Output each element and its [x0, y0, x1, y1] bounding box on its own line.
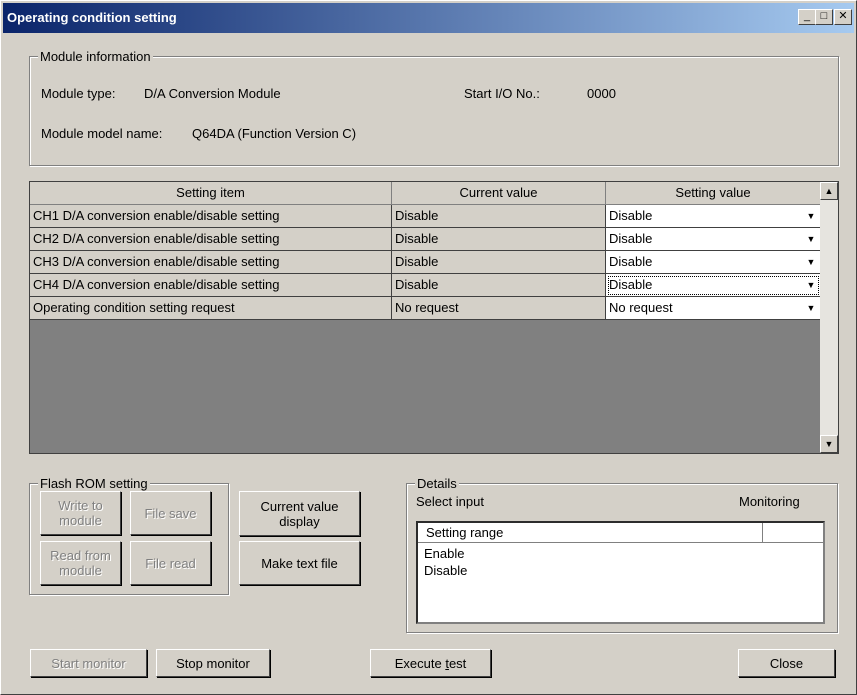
dropdown-arrow-icon[interactable]: ▼ [804, 254, 818, 270]
setting-item-cell: Operating condition setting request [30, 297, 392, 320]
current-value-cell: Disable [392, 205, 606, 228]
table-row: Operating condition setting request No r… [30, 297, 821, 320]
module-type-value: D/A Conversion Module [144, 86, 281, 101]
scroll-down-icon[interactable]: ▼ [820, 435, 838, 453]
maximize-button[interactable]: □ [815, 9, 833, 25]
file-save-button[interactable]: File save [130, 491, 211, 535]
start-io-value: 0000 [587, 86, 616, 101]
read-from-module-button[interactable]: Read from module [40, 541, 121, 585]
setting-range-list[interactable]: Setting range Enable Disable [416, 521, 825, 624]
setting-value-dropdown[interactable]: Disable ▼ [606, 274, 821, 297]
close-button[interactable]: Close [738, 649, 835, 677]
setting-range-header: Setting range [418, 523, 763, 543]
setting-item-cell: CH3 D/A conversion enable/disable settin… [30, 251, 392, 274]
setting-range-header-blank [763, 523, 823, 543]
flash-rom-legend: Flash ROM setting [38, 476, 150, 491]
current-value-cell: Disable [392, 251, 606, 274]
setting-item-cell: CH4 D/A conversion enable/disable settin… [30, 274, 392, 297]
table-row: CH1 D/A conversion enable/disable settin… [30, 205, 821, 228]
monitoring-label: Monitoring [739, 494, 800, 509]
module-model-label: Module model name: [41, 126, 163, 141]
setting-value-dropdown[interactable]: No request ▼ [606, 297, 821, 320]
start-monitor-button[interactable]: Start monitor [30, 649, 147, 677]
current-value-cell: Disable [392, 228, 606, 251]
setting-value-dropdown[interactable]: Disable ▼ [606, 251, 821, 274]
make-text-file-button[interactable]: Make text file [239, 541, 360, 585]
dropdown-arrow-icon[interactable]: ▼ [804, 231, 818, 247]
start-io-label: Start I/O No.: [464, 86, 540, 101]
dropdown-arrow-icon[interactable]: ▼ [804, 277, 818, 293]
title-bar: Operating condition setting _ □ ✕ [3, 3, 854, 33]
write-to-module-button[interactable]: Write to module [40, 491, 121, 535]
list-item[interactable]: Disable [424, 562, 467, 579]
operating-condition-dialog: Operating condition setting _ □ ✕ Module… [0, 0, 857, 695]
file-read-button[interactable]: File read [130, 541, 211, 585]
table-row: CH2 D/A conversion enable/disable settin… [30, 228, 821, 251]
header-setting-item: Setting item [30, 182, 392, 205]
dropdown-arrow-icon[interactable]: ▼ [804, 300, 818, 316]
module-information-legend: Module information [38, 49, 153, 64]
execute-test-label-start: Execute [394, 655, 446, 671]
header-current-value: Current value [392, 182, 606, 205]
details-legend: Details [415, 476, 459, 491]
setting-value-text: Disable [609, 208, 653, 223]
setting-item-cell: CH1 D/A conversion enable/disable settin… [30, 205, 392, 228]
minimize-button[interactable]: _ [798, 9, 816, 25]
current-value-display-button[interactable]: Current value display [239, 491, 360, 536]
stop-monitor-button[interactable]: Stop monitor [156, 649, 270, 677]
setting-value-dropdown[interactable]: Disable ▼ [606, 205, 821, 228]
setting-value-dropdown[interactable]: Disable ▼ [606, 228, 821, 251]
close-window-button[interactable]: ✕ [834, 9, 852, 25]
dropdown-arrow-icon[interactable]: ▼ [804, 208, 818, 224]
current-value-cell: No request [392, 297, 606, 320]
execute-test-button[interactable]: Execute t est [370, 649, 491, 677]
select-input-label: Select input [416, 494, 484, 509]
setting-value-text: Disable [609, 231, 653, 246]
setting-value-text: Disable [609, 277, 653, 292]
header-setting-value: Setting value [606, 182, 821, 205]
module-information-group: Module information [29, 49, 839, 166]
module-type-label: Module type: [41, 86, 116, 101]
current-value-cell: Disable [392, 274, 606, 297]
module-model-value: Q64DA (Function Version C) [192, 126, 357, 141]
setting-value-text: Disable [609, 254, 653, 269]
list-item[interactable]: Enable [424, 545, 464, 562]
table-row: CH4 D/A conversion enable/disable settin… [30, 274, 821, 297]
setting-value-text: No request [609, 300, 673, 315]
execute-test-label-end: est [448, 655, 467, 671]
scroll-up-icon[interactable]: ▲ [820, 182, 838, 200]
table-row: CH3 D/A conversion enable/disable settin… [30, 251, 821, 274]
vertical-scrollbar[interactable]: ▲ ▼ [820, 182, 838, 453]
window-title: Operating condition setting [7, 10, 177, 25]
setting-item-cell: CH2 D/A conversion enable/disable settin… [30, 228, 392, 251]
settings-grid: Setting item Current value Setting value… [29, 181, 839, 454]
